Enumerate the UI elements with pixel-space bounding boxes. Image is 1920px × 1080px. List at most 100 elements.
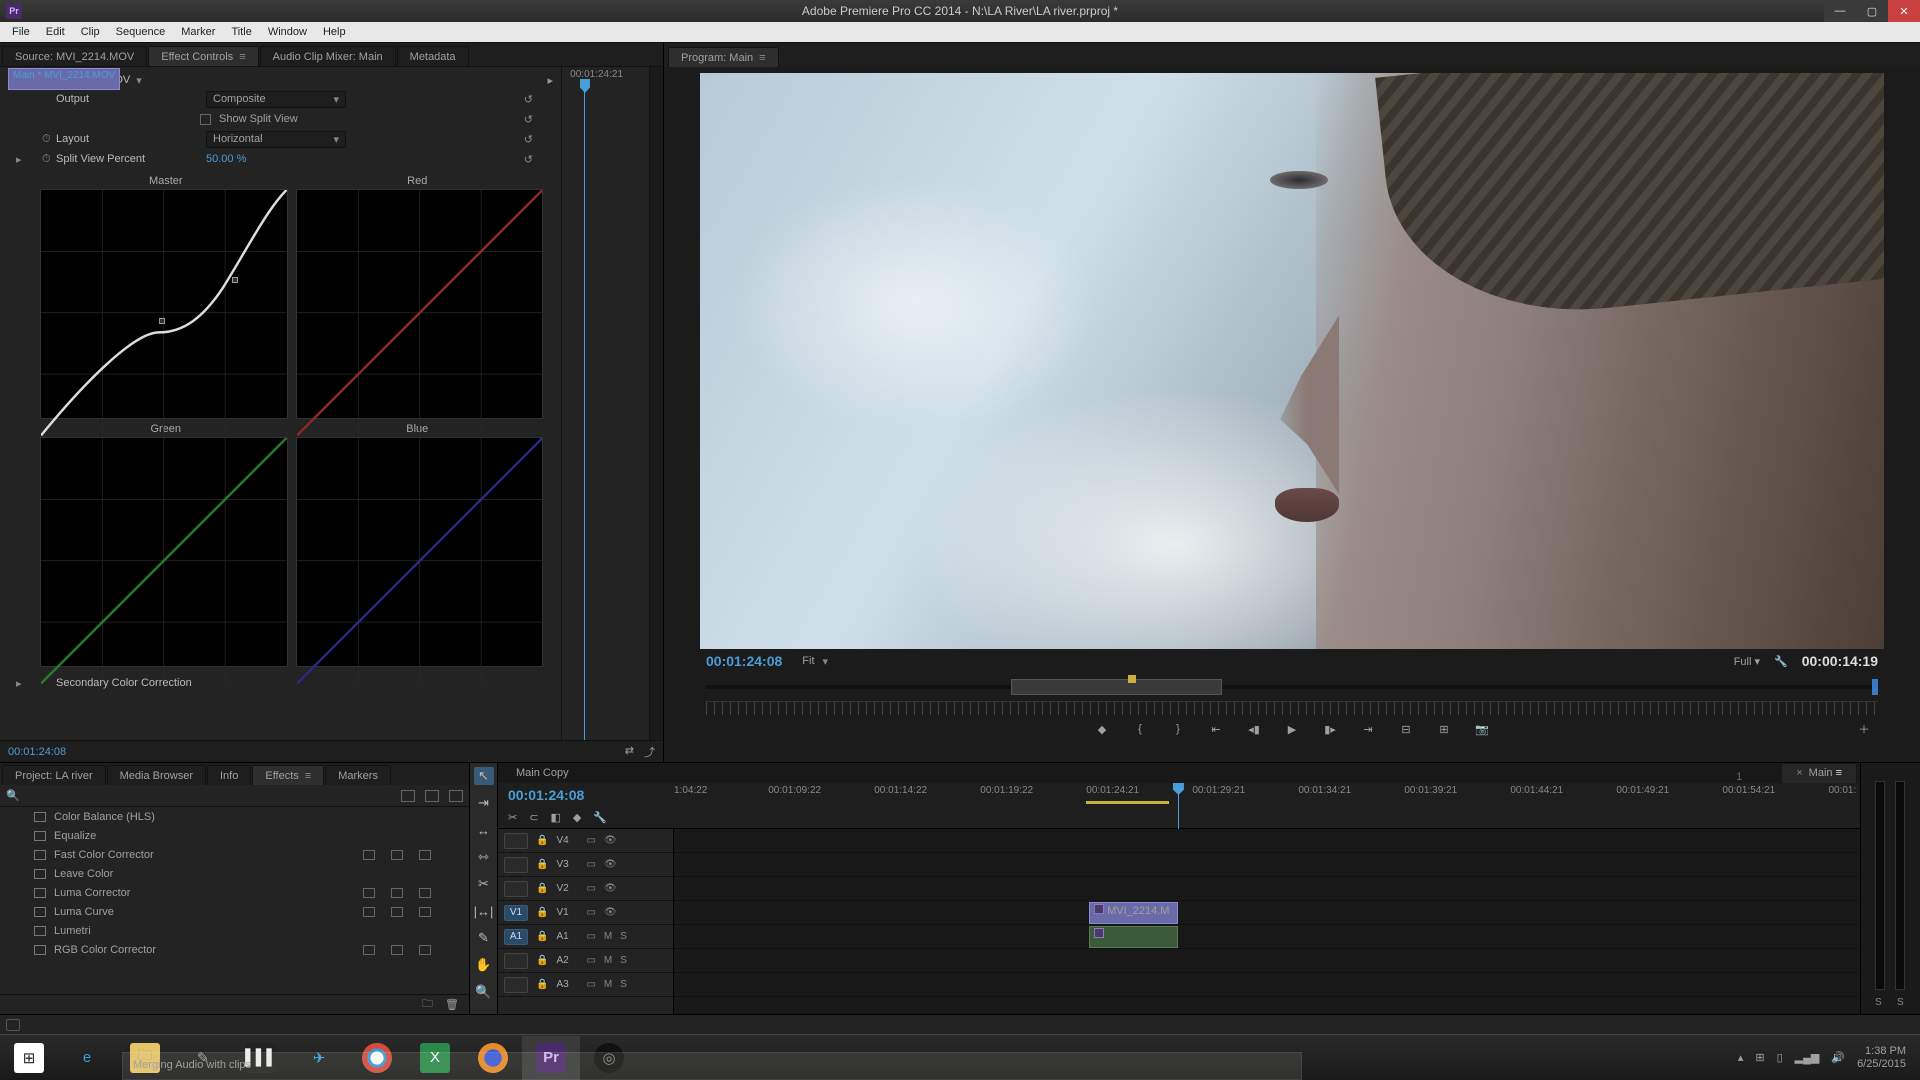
list-item[interactable]: Luma Corrector [0,883,469,902]
play-icon[interactable]: ▸ [547,74,553,87]
list-item[interactable]: Color Balance (HLS) [0,807,469,826]
list-item[interactable]: Equalize [0,826,469,845]
resolution-dropdown[interactable]: Full ▾ [1734,655,1760,668]
blue-curve[interactable] [296,437,544,667]
markers-icon[interactable]: ◧ [550,811,560,824]
track-area[interactable]: MVI_2214.M [674,829,1860,1014]
rate-stretch-tool[interactable]: ⇿ [474,848,494,866]
ec-mini-timeline[interactable]: 00:01:24:21 [561,67,649,740]
goto-in-button[interactable]: ⇤ [1208,723,1224,736]
start-button[interactable]: ⊞ [0,1036,58,1080]
tab-source[interactable]: Source: MVI_2214.MOV [2,46,147,66]
settings-icon[interactable]: ◆ [573,811,581,824]
preset-filter-2[interactable] [425,790,439,802]
minimize-button[interactable]: — [1824,0,1856,22]
goto-out-button[interactable]: ⇥ [1360,723,1376,736]
menu-edit[interactable]: Edit [38,22,73,42]
menu-file[interactable]: File [4,22,38,42]
add-button[interactable]: ＋ [1856,721,1872,737]
timeline-ruler[interactable]: 1:04:22 00:01:09:22 00:01:14:22 00:01:19… [674,783,1852,807]
tab-program[interactable]: Program: Main≡ [668,47,779,67]
pen-tool[interactable]: ✎ [474,929,494,947]
hand-tool[interactable]: ✋ [474,956,494,974]
wrench-icon[interactable]: 🔧 [1774,655,1788,668]
zoom-tool[interactable]: 🔍 [474,983,494,1001]
audio-clip[interactable] [1089,926,1178,948]
extract-button[interactable]: ⊞ [1436,723,1452,736]
green-curve[interactable] [40,437,288,667]
reset-icon[interactable]: ↺ [524,133,533,146]
show-split-checkbox[interactable] [200,114,211,125]
step-fwd-button[interactable]: ▮▸ [1322,723,1338,736]
track-header-v3[interactable]: 🔒V3▭👁 [498,853,673,877]
program-video[interactable] [700,73,1884,649]
tab-project[interactable]: Project: LA river [2,765,106,785]
program-ruler[interactable] [706,701,1878,715]
lift-button[interactable]: ⊟ [1398,723,1414,736]
track-header-v2[interactable]: 🔒V2▭👁 [498,877,673,901]
ripple-tool[interactable]: ↔ [474,821,494,839]
master-curve[interactable] [40,189,288,419]
close-icon[interactable]: × [1796,767,1802,779]
reset-icon[interactable]: ↺ [524,153,533,166]
tab-audio-mixer[interactable]: Audio Clip Mixer: Main [260,46,396,66]
linked-icon[interactable]: ⊂ [529,811,538,824]
volume-icon[interactable]: 🔊 [1831,1051,1845,1064]
menu-window[interactable]: Window [260,22,315,42]
track-header-v1[interactable]: V1🔒V1▭👁 [498,901,673,925]
track-header-a1[interactable]: A1🔒A1▭MS [498,925,673,949]
scrollbar[interactable] [649,67,663,740]
razor-tool[interactable]: ✂ [474,875,494,893]
in-button[interactable]: { [1132,723,1148,735]
tab-media-browser[interactable]: Media Browser [107,765,206,785]
tab-metadata[interactable]: Metadata [397,46,469,66]
tab-effect-controls[interactable]: Effect Controls≡ [148,46,258,66]
snap-icon[interactable]: ✂ [508,811,517,824]
zoom-dropdown[interactable]: Fit▾ [802,655,828,668]
stopwatch-icon[interactable]: ⏱ [42,153,51,166]
play-button[interactable]: ▶ [1284,723,1300,736]
ie-button[interactable]: e [58,1036,116,1080]
chevron-down-icon[interactable]: ▾ [136,74,142,87]
preset-filter-1[interactable] [401,790,415,802]
stopwatch-icon[interactable]: ⏱ [42,133,51,146]
ec-timecode[interactable]: 00:01:24:08 [8,746,66,758]
tab-effects[interactable]: Effects≡ [252,765,324,785]
track-select-tool[interactable]: ⇥ [474,794,494,812]
layout-dropdown[interactable]: Horizontal▾ [206,131,346,148]
prop-secondary[interactable]: ▸ Secondary Color Correction [0,673,561,693]
search-icon[interactable]: 🔍 [6,789,20,802]
wrench-icon[interactable]: 🔧 [593,811,607,824]
marker-button[interactable]: ◆ [1094,723,1110,736]
ec-clip-link[interactable]: Main * MVI_2214.MOV [8,68,120,90]
slip-tool[interactable]: |↔| [474,902,494,920]
list-item[interactable]: Fast Color Corrector [0,845,469,864]
menu-clip[interactable]: Clip [73,22,108,42]
tray-icon[interactable]: ⊞ [1755,1051,1764,1064]
snapshot-button[interactable]: 📷 [1474,723,1490,736]
output-dropdown[interactable]: Composite▾ [206,91,346,108]
list-item[interactable]: Leave Color [0,864,469,883]
tray-icon[interactable]: ▯ [1777,1051,1783,1064]
step-back-button[interactable]: ◂▮ [1246,723,1262,736]
preset-filter-3[interactable] [449,790,463,802]
menu-sequence[interactable]: Sequence [108,22,174,42]
tray-up-icon[interactable]: ▴ [1738,1051,1744,1064]
tab-markers[interactable]: Markers [325,765,391,785]
playhead-icon[interactable] [580,79,590,93]
out-button[interactable]: } [1170,723,1186,735]
timeline-timecode[interactable]: 00:01:24:08 [498,787,674,803]
expand-icon[interactable]: ▸ [16,153,22,166]
new-bin-icon[interactable]: 🗀 [422,995,433,1014]
video-clip[interactable]: MVI_2214.M [1089,902,1178,924]
menu-marker[interactable]: Marker [173,22,223,42]
tab-sequence-main[interactable]: ×Main ≡ [1782,764,1856,783]
track-header-a3[interactable]: 🔒A3▭MS [498,973,673,997]
red-curve[interactable] [296,189,544,419]
export-icon[interactable]: ⤴ [644,744,655,760]
program-timecode[interactable]: 00:01:24:08 [706,653,782,669]
reset-icon[interactable]: ↺ [524,113,533,126]
track-header-a2[interactable]: 🔒A2▭MS [498,949,673,973]
split-percent-value[interactable]: 50.00 % [206,153,246,165]
list-item[interactable]: Luma Curve [0,902,469,921]
